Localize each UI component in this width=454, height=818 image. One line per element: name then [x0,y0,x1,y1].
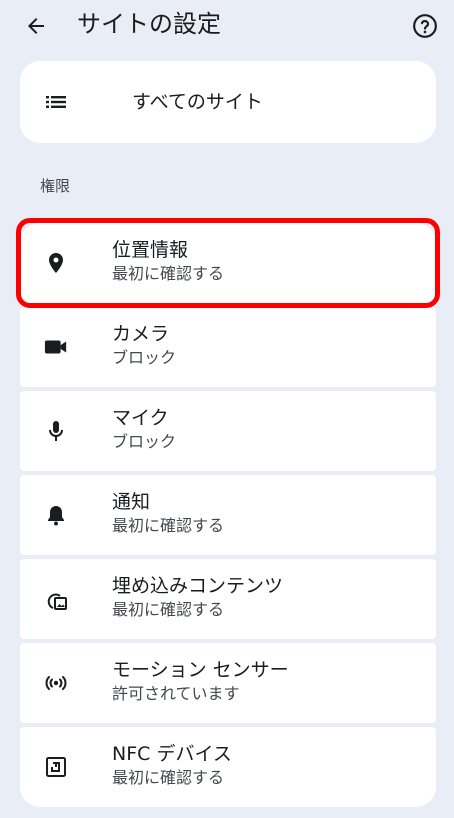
permission-status: ブロック [112,432,177,451]
permission-item-nfc[interactable]: NFC デバイス 最初に確認する [20,727,436,807]
permission-title: NFC デバイス [112,743,232,765]
motion-sensor-icon [44,671,68,695]
embedded-content-icon [44,587,68,611]
permission-status: 最初に確認する [112,516,225,535]
permission-item-notifications[interactable]: 通知 最初に確認する [20,475,436,555]
permission-status: 許可されています [112,684,240,703]
permission-title: 位置情報 [112,239,189,261]
location-pin-icon [44,251,68,275]
bell-icon [44,503,68,527]
permission-title: マイク [112,407,169,429]
camera-icon [44,335,68,359]
permission-status: 最初に確認する [112,600,225,619]
all-sites-item[interactable]: すべてのサイト [20,61,436,143]
help-circle-icon [413,14,437,38]
permissions-section-header: 権限 [40,177,71,195]
permission-title: 通知 [112,491,151,513]
permission-item-camera[interactable]: カメラ ブロック [20,307,436,387]
permission-status: 最初に確認する [112,264,225,283]
permission-title: モーション センサー [112,659,289,681]
list-icon [46,96,66,108]
microphone-icon [44,419,68,443]
permission-item-motion-sensors[interactable]: モーション センサー 許可されています [20,643,436,723]
help-button[interactable] [407,8,443,44]
permission-title: 埋め込みコンテンツ [112,575,284,597]
back-button[interactable] [18,8,54,44]
top-app-bar: サイトの設定 [0,0,454,50]
permission-title: カメラ [112,323,170,345]
permission-item-location[interactable]: 位置情報 最初に確認する [20,223,436,303]
nfc-icon [44,755,68,779]
arrow-back-icon [28,18,44,34]
all-sites-label: すべてのサイト [132,91,263,113]
permission-item-microphone[interactable]: マイク ブロック [20,391,436,471]
permission-status: 最初に確認する [112,768,225,787]
permission-status: ブロック [112,348,177,367]
permission-item-embedded-content[interactable]: 埋め込みコンテンツ 最初に確認する [20,559,436,639]
page-title: サイトの設定 [77,10,221,38]
bottom-edge [0,811,454,818]
